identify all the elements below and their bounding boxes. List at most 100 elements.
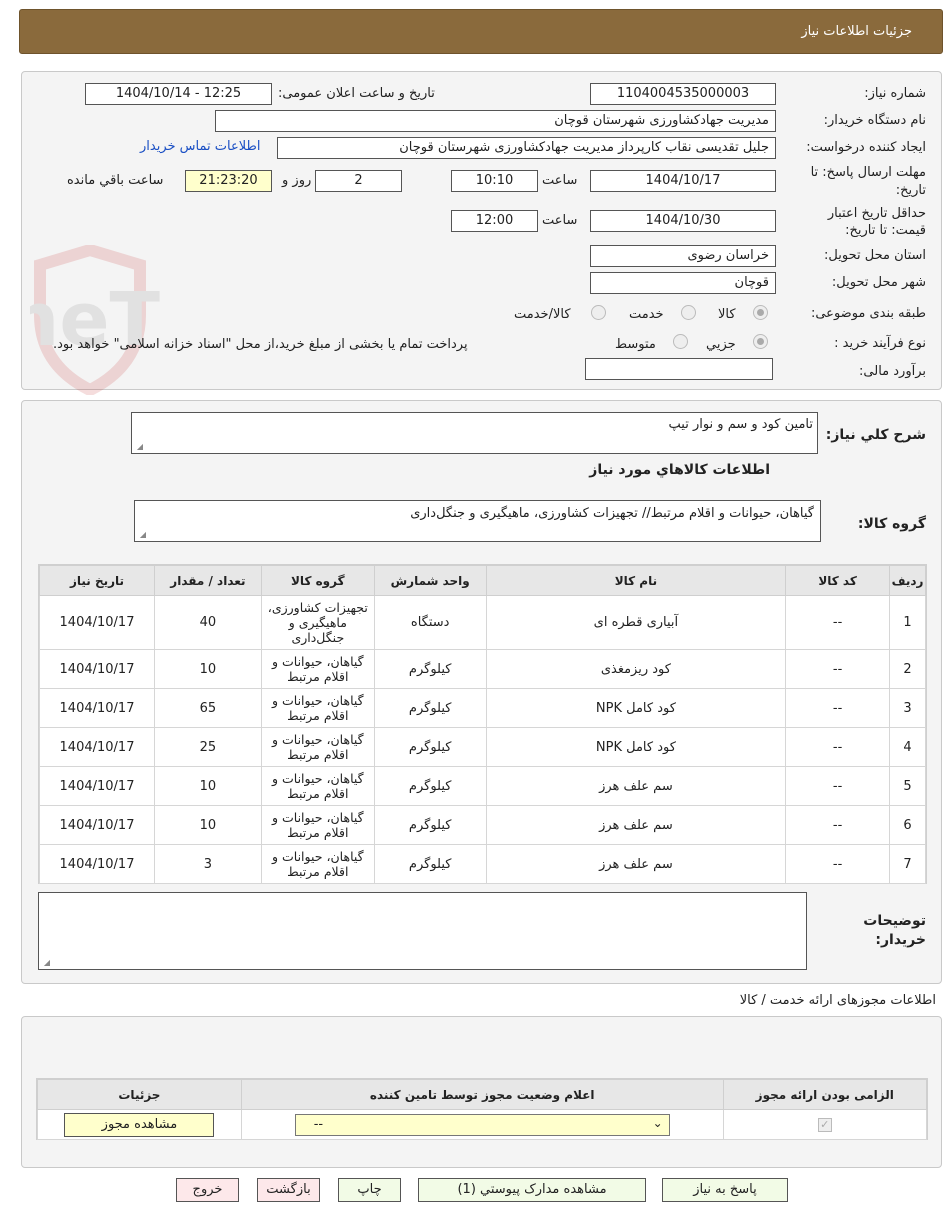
process-option-minor: جزيي [706,337,736,352]
province-field: خراسان رضوی [590,245,776,267]
category-radio-service[interactable] [681,305,696,320]
city-field: قوچان [590,272,776,294]
cell-code: -- [785,595,891,650]
process-option-medium: متوسط [615,337,656,352]
cell-row: 2 [889,649,926,689]
cell-qty: 10 [154,805,262,845]
remaining-time-field: 21:23:20 [185,170,272,192]
cell-group: گیاهان، حیوانات و اقلام مرتبط [260,844,375,884]
page-header: جزئیات اطلاعات نیاز [19,9,943,54]
back-button[interactable]: بازگشت [257,1178,320,1202]
cell-code: -- [785,727,891,767]
col-permit-status: اعلام وضعیت مجوز توسط تامین کننده [240,1079,724,1110]
cell-date: 1404/10/17 [39,649,155,689]
buyer-notes-label: توضیحات [863,913,926,929]
table-row: 1 -- آبیاری قطره ای دستگاه تجهیزات کشاور… [39,595,926,650]
cell-date: 1404/10/17 [39,727,155,767]
cell-unit: کیلوگرم [373,844,487,884]
category-label: طبقه بندی موضوعی: [810,306,926,321]
table-row: 3 -- کود کامل NPK کیلوگرم گیاهان، حیوانا… [39,688,926,728]
attachments-button[interactable]: مشاهده مدارک پیوستي (1) [418,1178,646,1202]
goods-table-wrap: رديف کد کالا نام کالا واحد شمارش گروه کا… [38,564,927,884]
cell-unit: کیلوگرم [373,727,487,767]
col-qty: تعداد / مقدار [154,565,262,596]
cell-row: 5 [889,766,926,806]
col-permit-details: جزئیات [37,1079,242,1110]
goods-group-text: گیاهان، حیوانات و اقلام مرتبط// تجهیزات … [410,506,814,521]
validity-time-label: ساعت [542,213,578,228]
category-option-goods: کالا [718,307,736,322]
announce-field: 1404/10/14 - 12:25 [85,83,272,105]
requester-label: ایجاد کننده درخواست: [806,140,926,155]
cell-qty: 25 [154,727,262,767]
cell-code: -- [785,688,891,728]
deadline-label-date: تاریخ: [895,183,926,198]
col-date: تاریخ نیاز [39,565,155,596]
category-option-goods-service: کالا/خدمت [514,307,571,322]
cell-name: کود ریزمغذی [485,649,787,689]
validity-time-field: 12:00 [451,210,538,232]
buyer-contact-link[interactable]: اطلاعات تماس خریدار [140,139,260,154]
process-radio-minor[interactable] [753,334,768,349]
col-permit-required: الزامی بودن ارائه مجوز [722,1079,928,1110]
resize-grip-icon[interactable]: ◢ [138,531,146,539]
category-radio-goods-service[interactable] [591,305,606,320]
table-row: 7 -- سم علف هرز کیلوگرم گیاهان، حیوانات … [39,844,926,884]
deadline-time-field: 10:10 [451,170,538,192]
permit-details-cell: مشاهده مجوز [37,1109,242,1140]
deadline-label: مهلت ارسال پاسخ: تا [810,165,926,180]
province-label: استان محل تحویل: [824,248,926,263]
cell-unit: دستگاه [373,595,487,650]
announce-label: تاریخ و ساعت اعلان عمومی: [278,86,435,101]
process-note: پرداخت تمام یا بخشی از مبلغ خرید،از محل … [53,337,468,352]
cell-row: 4 [889,727,926,767]
process-radio-medium[interactable] [673,334,688,349]
cell-name: سم علف هرز [485,766,787,806]
cell-date: 1404/10/17 [39,805,155,845]
goods-group-textarea[interactable]: گیاهان، حیوانات و اقلام مرتبط// تجهیزات … [134,500,821,542]
city-label: شهر محل تحویل: [831,275,926,290]
days-remaining-field: 2 [315,170,402,192]
permit-status-select[interactable]: -- ⌄ [294,1113,670,1136]
goods-info-title: اطلاعات کالاهاي مورد نياز [589,462,770,478]
view-permit-button[interactable]: مشاهده مجوز [64,1112,215,1137]
need-number-label: شماره نیاز: [864,86,926,101]
cell-group: گیاهان، حیوانات و اقلام مرتبط [260,766,375,806]
remaining-time-label: ساعت باقي مانده [67,173,164,188]
cell-row: 7 [889,844,926,884]
cell-group: تجهیزات کشاورزی، ماهیگیری و جنگل‌داری [260,595,375,650]
exit-button[interactable]: خروج [176,1178,239,1202]
process-label: نوع فرآیند خرید : [834,336,926,351]
cell-qty: 10 [154,649,262,689]
cell-qty: 65 [154,688,262,728]
cell-code: -- [785,844,891,884]
deadline-date-field: 1404/10/17 [590,170,776,192]
cell-qty: 3 [154,844,262,884]
checkbox-checked-icon[interactable]: ✓ [817,1118,832,1132]
print-button[interactable]: چاپ [338,1178,401,1202]
category-radio-goods[interactable] [753,305,768,320]
cell-name: سم علف هرز [485,844,787,884]
estimate-field[interactable] [585,358,773,380]
buyer-notes-textarea[interactable]: ◢ [38,892,807,970]
cell-row: 1 [889,595,926,650]
permit-status-value: -- [313,1116,324,1132]
cell-qty: 40 [154,595,262,650]
summary-textarea[interactable]: تامین کود و سم و نوار تیپ ◢ [131,412,818,454]
reply-button[interactable]: پاسخ به نیاز [662,1178,788,1202]
deadline-time-label: ساعت [542,173,578,188]
table-row: 5 -- سم علف هرز کیلوگرم گیاهان، حیوانات … [39,766,926,806]
col-row: رديف [889,565,926,596]
col-unit: واحد شمارش [373,565,487,596]
col-code: کد کالا [785,565,891,596]
days-label: روز و [282,173,312,188]
goods-group-label: گروه کالا: [857,516,926,532]
resize-grip-icon[interactable]: ◢ [42,959,50,967]
cell-unit: کیلوگرم [373,766,487,806]
category-option-service: خدمت [629,307,664,322]
resize-grip-icon[interactable]: ◢ [135,443,143,451]
buyer-org-field: مدیریت جهادکشاورزی شهرستان قوچان [215,110,776,132]
buyer-notes-label-2: خریدار: [875,932,926,948]
cell-group: گیاهان، حیوانات و اقلام مرتبط [260,649,375,689]
cell-date: 1404/10/17 [39,595,155,650]
